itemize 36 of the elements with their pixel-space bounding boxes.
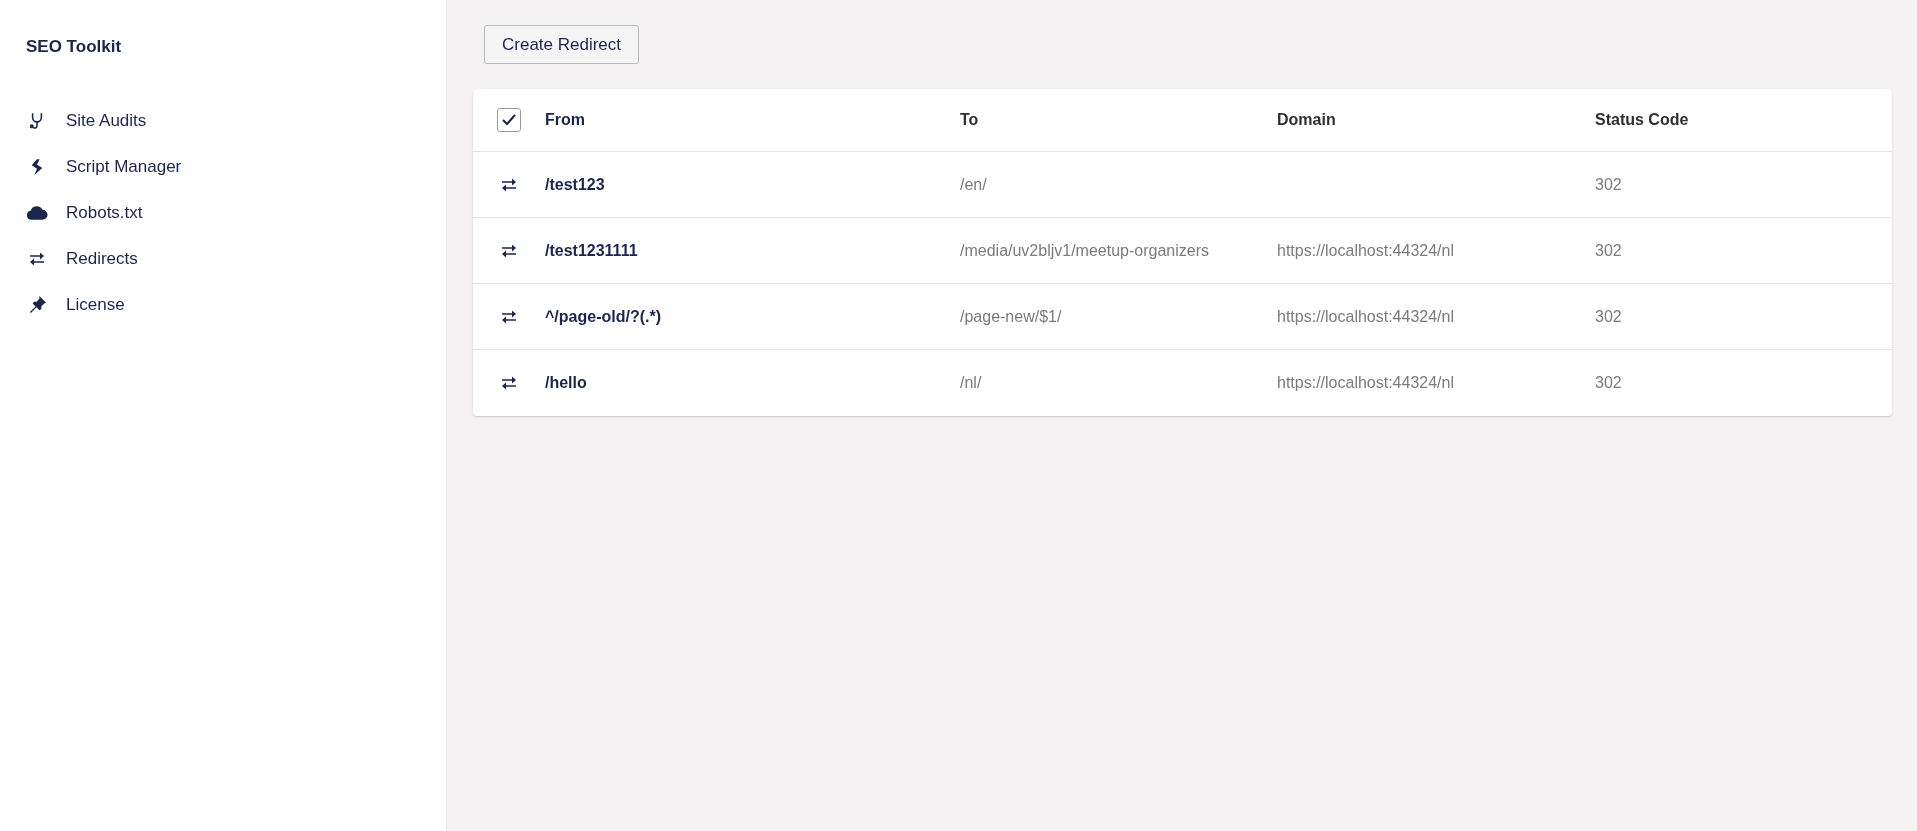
- table-cell: 302: [1595, 374, 1622, 391]
- table-cell: /test123: [545, 175, 605, 193]
- column-header: Status Code: [1595, 110, 1690, 130]
- table-cell: /test1231111: [545, 241, 638, 259]
- swap-arrows-icon: [501, 177, 517, 192]
- table-cell: /hello: [545, 374, 587, 391]
- swap-arrows-icon: [29, 251, 45, 266]
- table-cell: https://localhost:44324/nl: [1277, 307, 1454, 325]
- sidebar-item[interactable]: Robots.txt: [26, 189, 420, 236]
- sidebar-item[interactable]: Script Manager: [26, 143, 420, 190]
- table-cell: 302: [1595, 307, 1622, 325]
- table-cell: 302: [1595, 175, 1622, 193]
- column-header: Domain: [1277, 110, 1337, 130]
- stethoscope-icon: [30, 111, 44, 130]
- table-cell: https://localhost:44324/nl: [1277, 241, 1454, 259]
- swap-arrows-icon: [501, 243, 517, 258]
- table-cell: /en/: [960, 175, 987, 193]
- sidebar-item[interactable]: Site Audits: [26, 97, 420, 144]
- table-cell: /nl/: [960, 374, 982, 391]
- swap-arrows-icon: [501, 309, 517, 324]
- column-header: From: [545, 110, 586, 130]
- table-cell: /media/uv2bljv1/meetup-organizers: [960, 241, 1209, 259]
- pushpin-icon: [28, 296, 46, 313]
- table-cell: https://localhost:44324/nl: [1277, 374, 1454, 391]
- checkmark-icon: [502, 114, 516, 126]
- column-header: To: [960, 110, 980, 130]
- table-cell: /page-new/$1/: [960, 307, 1062, 325]
- app-title: SEO Toolkit: [26, 36, 123, 58]
- table-cell: ^/page-old/?(.*): [545, 307, 661, 325]
- cloud-icon: [26, 205, 48, 220]
- select-all-checkbox[interactable]: [497, 108, 521, 132]
- sidebar-item[interactable]: License: [26, 281, 420, 328]
- sidebar-item[interactable]: Redirects: [26, 235, 420, 282]
- table-cell: 302: [1595, 241, 1622, 259]
- create-redirect-button[interactable]: Create Redirect: [484, 25, 640, 64]
- swap-arrows-icon: [501, 376, 517, 390]
